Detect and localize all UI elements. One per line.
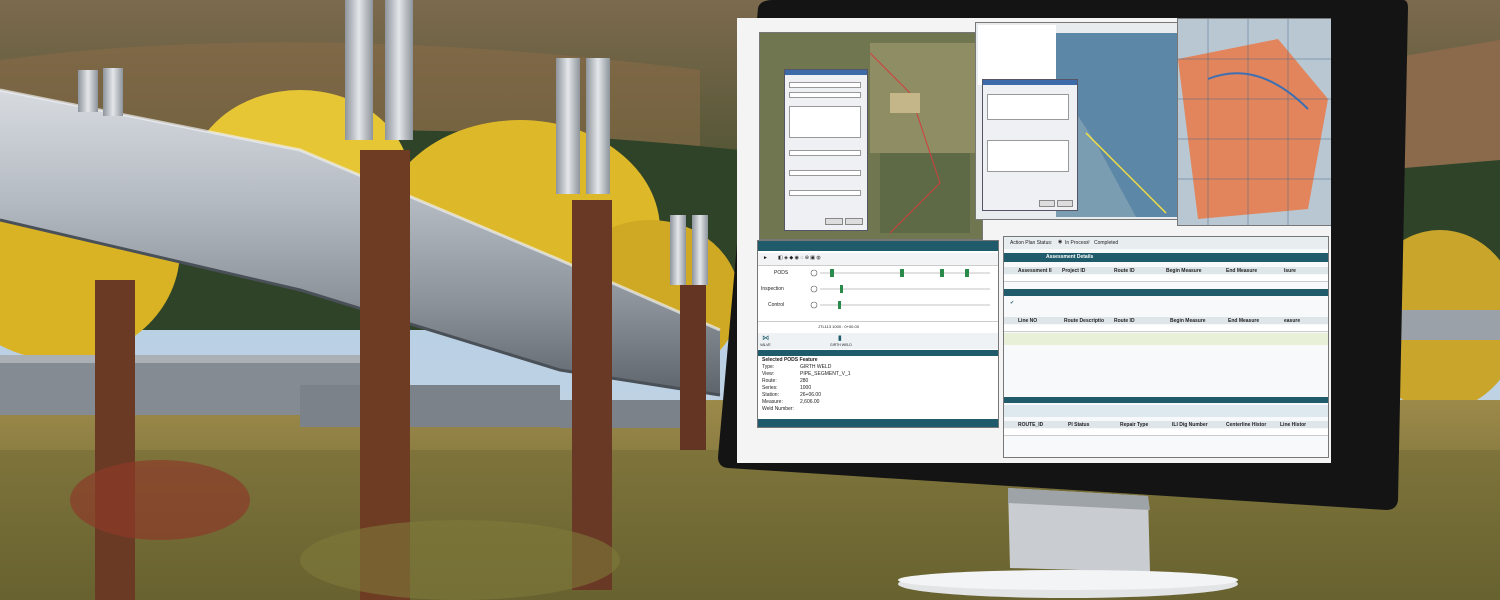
field-series-label: Series: [762, 385, 778, 391]
radio-completed-label[interactable]: Completed [1094, 241, 1118, 246]
checkmark-icon[interactable]: ✔ [1010, 301, 1014, 306]
risk-map[interactable] [1178, 19, 1331, 225]
field-station-label: Station: [762, 392, 779, 398]
col-repair-type[interactable]: Repair Type [1120, 422, 1148, 428]
selected-feature-title: Selected PODS Feature [762, 357, 818, 363]
col-project-id[interactable]: Project ID [1062, 268, 1085, 274]
field-type-label: Type: [762, 364, 775, 370]
map-panel-risk [1177, 18, 1331, 226]
col-line-history[interactable]: Line Histor [1280, 422, 1306, 428]
radio-selected-icon[interactable]: ◉ [1058, 240, 1062, 245]
repair-table[interactable]: ROUTE_ID PI Status Repair Type ILI Dig N… [1004, 421, 1328, 451]
monitor-screen: ► ◧ ◈ ◆ ◉ ◌ ⊕ ▣ ◍ PODS Inspection Contro… [737, 18, 1331, 463]
play-icon[interactable]: ► [763, 256, 768, 261]
col-route-id-3[interactable]: ROUTE_ID [1018, 422, 1043, 428]
col-end-measure[interactable]: End Measure [1226, 268, 1257, 274]
col-route-id-2[interactable]: Route ID [1114, 318, 1135, 324]
col-assessment-id[interactable]: Assessment II [1018, 268, 1052, 274]
field-view-label: View: [762, 371, 775, 377]
station-readout: JTL113 1000 : 0+00.00 [818, 324, 859, 329]
col-measure-trunc[interactable]: Isure [1284, 268, 1296, 274]
radio-empty-icon[interactable]: ○ [1087, 240, 1090, 245]
radio-in-process-label[interactable]: In Process [1065, 241, 1089, 246]
col-route-description[interactable]: Route Descriptio [1064, 318, 1104, 324]
timeline-row-inspection: Inspection [761, 286, 784, 292]
col-end-measure-2[interactable]: End Measure [1228, 318, 1259, 324]
field-series-value: 1000 [800, 385, 812, 391]
valve-icon[interactable]: ⋈ [762, 335, 769, 342]
field-route-value: 280 [800, 378, 809, 384]
valve-label: VALVE [760, 343, 771, 347]
field-weld-label: Weld Number: [762, 406, 794, 412]
timeline-toolbar: ► ◧ ◈ ◆ ◉ ◌ ⊕ ▣ ◍ [758, 253, 998, 266]
timeline-tracks[interactable] [810, 267, 994, 313]
field-station-value: 26+06.00 [800, 392, 821, 398]
line-table[interactable]: Line NO Route Descriptio Route ID Begin … [1004, 317, 1328, 377]
pods-timeline-panel: ► ◧ ◈ ◆ ◉ ◌ ⊕ ▣ ◍ PODS Inspection Contro… [757, 240, 999, 428]
col-pi-status[interactable]: PI Status [1068, 422, 1089, 428]
dialog-window[interactable] [784, 69, 868, 231]
col-ili-dig-number[interactable]: ILI Dig Number [1172, 422, 1208, 428]
settings-dialog[interactable] [982, 79, 1078, 211]
col-centerline-history[interactable]: Centerline Histor [1226, 422, 1266, 428]
timeline-row-control: Control [768, 302, 785, 308]
field-view-value: PIPE_SEGMENT_V_1 [800, 371, 851, 377]
weld-icon[interactable]: ▮ [838, 335, 842, 342]
action-plan-panel: Action Plan Status: ◉ In Process ○ Compl… [1003, 236, 1329, 458]
col-line-no[interactable]: Line NO [1018, 318, 1037, 324]
map-panel-blue [975, 22, 1185, 220]
col-route-id[interactable]: Route ID [1114, 268, 1135, 274]
col-measure-trunc-2[interactable]: easure [1284, 318, 1300, 324]
action-plan-status-label: Action Plan Status: [1010, 240, 1053, 246]
girth-weld-label: GIRTH WELD [830, 343, 852, 347]
field-measure-value: 2,606.00 [800, 399, 820, 405]
map-panel-aerial [759, 32, 983, 240]
field-measure-label: Measure: [762, 399, 783, 405]
col-begin-measure[interactable]: Begin Measure [1166, 268, 1202, 274]
field-type-value: GIRTH WELD [800, 364, 832, 370]
col-begin-measure-2[interactable]: Begin Measure [1170, 318, 1206, 324]
toolbar-icons[interactable]: ◧ ◈ ◆ ◉ ◌ ⊕ ▣ ◍ [778, 256, 821, 261]
timeline-row-pods: PODS [774, 270, 789, 276]
assessment-details-title: Assessment Details [1046, 254, 1094, 260]
field-route-label: Route: [762, 378, 777, 384]
feature-icon-strip: ⋈ ▮ VALVE GIRTH WELD [758, 333, 998, 349]
assessment-details-header[interactable]: Assessment Details [1004, 253, 1328, 262]
